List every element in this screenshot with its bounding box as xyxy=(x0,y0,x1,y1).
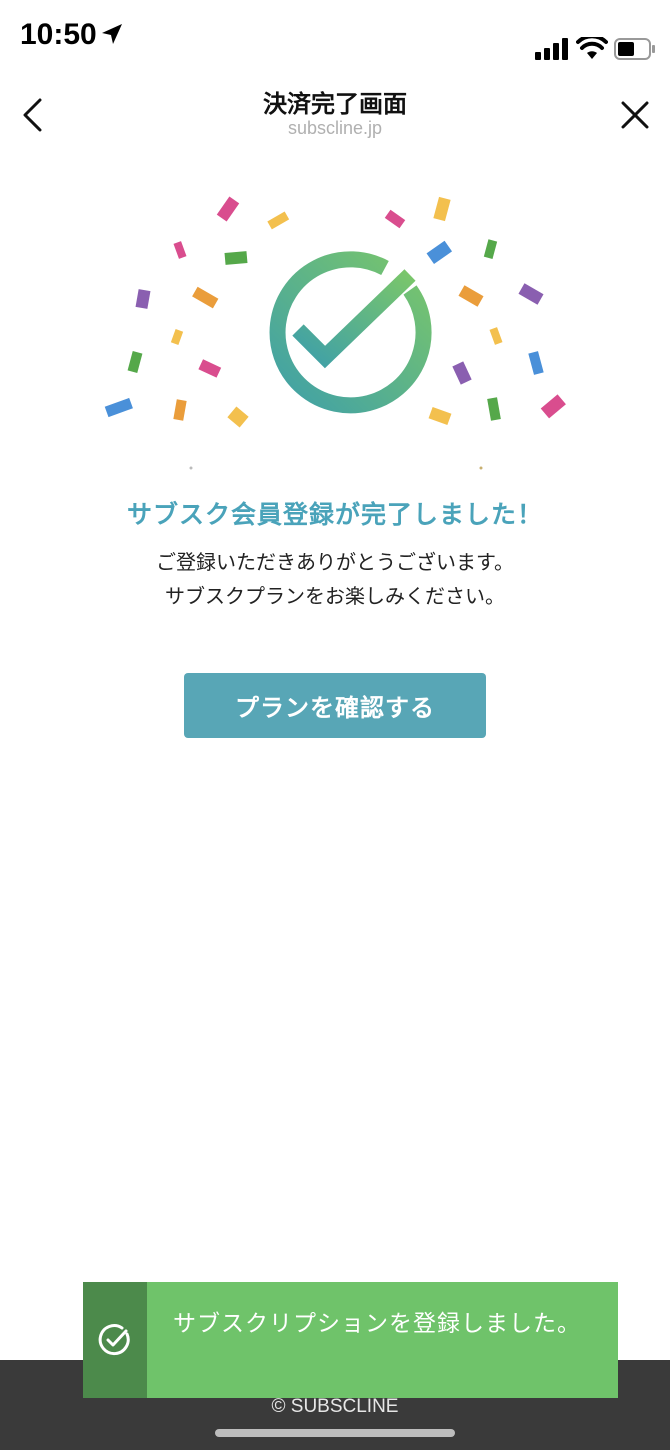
page-title: 決済完了画面 xyxy=(263,90,407,118)
status-bar: 10:50 xyxy=(0,0,670,80)
success-message: ご登録いただきありがとうございます。 サブスクプランをお楽しみください。 xyxy=(0,545,670,613)
nav-header: 決済完了画面 subscline.jp xyxy=(0,80,670,150)
check-circle-icon xyxy=(98,1324,130,1356)
message-line-2: サブスクプランをお楽しみください。 xyxy=(165,584,505,608)
footer-copyright: © SUBSCLINE xyxy=(271,1396,399,1417)
toast-icon-container xyxy=(83,1282,147,1398)
confetti xyxy=(104,196,566,470)
toast-message: サブスクリプションを登録しました。 xyxy=(173,1311,581,1337)
signal-icon xyxy=(535,38,568,60)
message-line-1: ご登録いただきありがとうございます。 xyxy=(156,550,514,574)
close-icon[interactable] xyxy=(620,100,650,130)
check-circle-icon xyxy=(269,251,432,414)
home-indicator[interactable] xyxy=(215,1429,455,1437)
status-time: 10:50 xyxy=(20,18,97,51)
battery-icon xyxy=(614,38,655,60)
view-plan-button[interactable]: プランを確認する xyxy=(184,673,486,738)
success-illustration xyxy=(0,180,670,480)
wifi-icon xyxy=(576,37,608,59)
success-headline: サブスク会員登録が完了しました！ xyxy=(126,500,543,529)
page-url: subscline.jp xyxy=(287,118,383,138)
success-toast[interactable]: サブスクリプションを登録しました。 xyxy=(83,1282,618,1398)
location-arrow-icon xyxy=(102,24,122,44)
confetti-check-illustration xyxy=(104,196,566,470)
page: 10:50 決済完了画面 subscline.jp サブスク会員登録が完了しまし… xyxy=(0,0,670,1450)
